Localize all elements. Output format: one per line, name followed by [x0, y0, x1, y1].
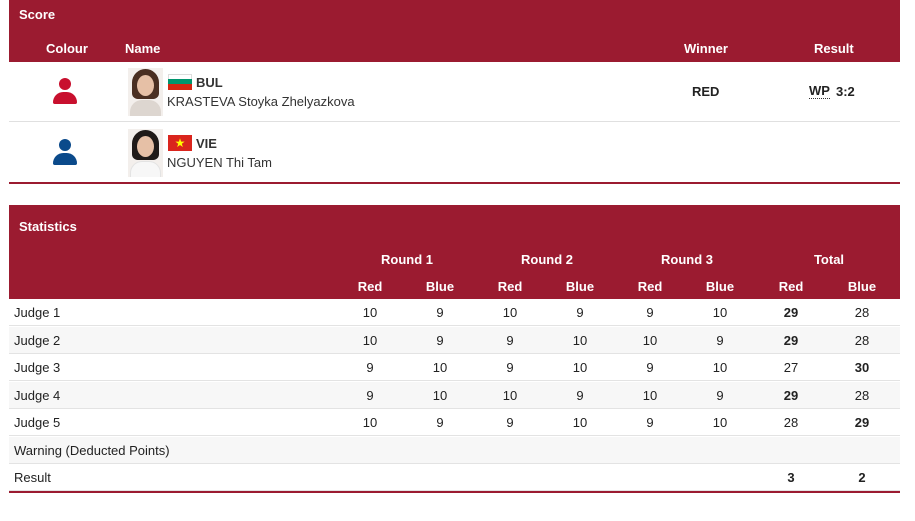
table-row: Result 3 2 — [9, 464, 900, 491]
table-row: Judge 2 10 9 9 10 10 9 29 28 — [9, 326, 900, 354]
table-row: Judge 1 10 9 10 9 9 10 29 28 — [9, 299, 900, 326]
table-row: Warning (Deducted Points) — [9, 436, 900, 464]
statistics-panel: Statistics Round 1 Round 2 Round 3 Total… — [9, 205, 900, 493]
table-cell: 10 — [362, 332, 378, 348]
table-cell: 10 — [572, 360, 588, 375]
result-column-header: Result — [814, 41, 854, 56]
score-header: Score Colour Name Winner Result — [9, 0, 900, 62]
table-cell: 10 — [572, 332, 588, 348]
row-label: Judge 4 — [14, 387, 61, 403]
table-cell: 10 — [712, 360, 728, 375]
table-cell: 10 — [502, 305, 518, 320]
table-cell: 29 — [783, 332, 799, 348]
noc-code: VIE — [196, 136, 217, 151]
table-cell: 9 — [436, 415, 444, 430]
sub-header-red: Red — [497, 279, 523, 294]
round-1-header: Round 1 — [381, 252, 433, 267]
table-cell: 9 — [576, 387, 584, 403]
winner-value: RED — [692, 84, 720, 99]
table-cell: 28 — [854, 305, 870, 320]
table-cell: 28 — [854, 332, 870, 348]
table-cell: 3 — [787, 470, 795, 485]
row-label: Result — [14, 470, 51, 485]
red-corner-person-icon — [53, 78, 77, 106]
statistics-title: Statistics — [19, 219, 77, 234]
result-score: 3:2 — [836, 84, 855, 99]
row-label: Judge 5 — [14, 415, 61, 430]
total-header: Total — [813, 252, 845, 267]
table-cell: 27 — [783, 360, 799, 375]
sub-header-blue: Blue — [847, 279, 877, 294]
sub-header-red: Red — [778, 279, 804, 294]
table-cell: 9 — [506, 415, 514, 430]
table-cell: 9 — [506, 332, 514, 348]
score-title: Score — [19, 7, 56, 22]
round-3-header: Round 3 — [661, 252, 713, 267]
colour-column-header: Colour — [46, 41, 88, 56]
table-cell: 28 — [783, 415, 799, 430]
table-cell: 10 — [712, 305, 728, 320]
table-cell: 10 — [432, 360, 448, 375]
table-cell: 9 — [366, 360, 374, 375]
name-column-header: Name — [125, 41, 161, 56]
bulgaria-flag-icon — [168, 74, 192, 90]
table-cell: 10 — [362, 305, 378, 320]
table-row: Judge 4 9 10 10 9 10 9 29 28 — [9, 381, 900, 409]
table-cell: 28 — [854, 387, 870, 403]
athlete-name[interactable]: NGUYEN Thi Tam — [167, 155, 272, 170]
table-row: Judge 3 9 10 9 10 9 10 27 30 — [9, 354, 900, 381]
table-row: Judge 5 10 9 9 10 9 10 28 29 — [9, 409, 900, 436]
table-cell: 10 — [572, 415, 588, 430]
table-cell: 29 — [783, 305, 799, 320]
table-cell: 30 — [854, 360, 870, 375]
table-cell: 10 — [362, 415, 378, 430]
sub-header-blue: Blue — [705, 279, 735, 294]
table-cell: 10 — [642, 387, 658, 403]
athlete-photo[interactable] — [128, 68, 163, 116]
sub-header-blue: Blue — [425, 279, 455, 294]
table-cell: 9 — [716, 387, 724, 403]
table-cell: 10 — [642, 332, 658, 348]
athlete-photo[interactable] — [128, 129, 163, 177]
table-cell: 10 — [712, 415, 728, 430]
round-2-header: Round 2 — [521, 252, 573, 267]
table-cell: 2 — [858, 470, 866, 485]
vietnam-flag-icon: ★ — [168, 135, 192, 151]
table-cell: 9 — [716, 332, 724, 348]
table-cell: 9 — [436, 305, 444, 320]
sub-header-blue: Blue — [565, 279, 595, 294]
row-label: Judge 2 — [14, 332, 61, 348]
table-cell: 9 — [646, 305, 654, 320]
table-cell: 9 — [506, 360, 514, 375]
athlete-name[interactable]: KRASTEVA Stoyka Zhelyazkova — [167, 94, 355, 109]
table-cell: 9 — [646, 360, 654, 375]
score-panel: Score Colour Name Winner Result BUL KRAS… — [9, 0, 900, 184]
row-label: Warning (Deducted Points) — [14, 442, 170, 458]
sub-header-red: Red — [357, 279, 383, 294]
table-cell: 10 — [502, 387, 518, 403]
statistics-header: Statistics Round 1 Round 2 Round 3 Total… — [9, 205, 900, 299]
result-code-abbr[interactable]: WP — [809, 84, 830, 99]
blue-fighter-row: ★ VIE NGUYEN Thi Tam — [9, 123, 900, 183]
table-cell: 9 — [576, 305, 584, 320]
table-cell: 29 — [854, 415, 870, 430]
table-cell: 9 — [366, 387, 374, 403]
noc-code: BUL — [196, 75, 223, 90]
table-cell: 9 — [646, 415, 654, 430]
table-cell: 9 — [436, 332, 444, 348]
red-fighter-row: BUL KRASTEVA Stoyka Zhelyazkova RED WP 3… — [9, 62, 900, 122]
table-cell: 29 — [783, 387, 799, 403]
row-label: Judge 3 — [14, 360, 61, 375]
row-label: Judge 1 — [14, 305, 61, 320]
blue-corner-person-icon — [53, 139, 77, 167]
sub-header-red: Red — [637, 279, 663, 294]
table-cell: 10 — [432, 387, 448, 403]
winner-column-header: Winner — [684, 41, 728, 56]
